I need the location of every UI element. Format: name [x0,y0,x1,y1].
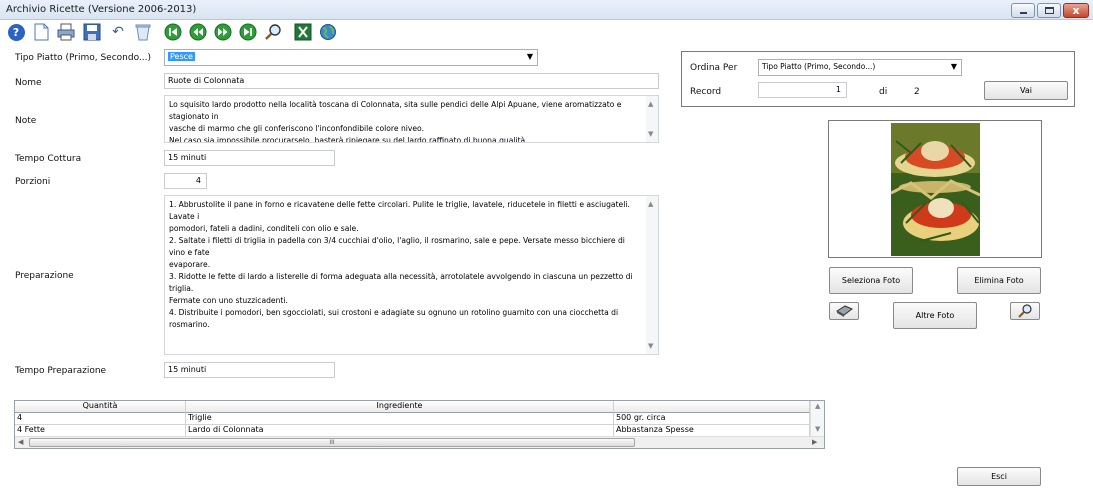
prep-line: 1. Abbrustolite il pane in forno e ricav… [169,200,630,221]
save-icon[interactable] [83,23,101,41]
tempo-prep-field[interactable]: 15 minuti [164,362,335,378]
di-label: di [879,87,888,97]
tipo-label: Tipo Piatto (Primo, Secondo...) [15,53,152,63]
next-glyph [214,23,232,41]
photo-frame [828,120,1042,258]
nome-field[interactable]: Ruote di Colonnata [164,73,659,89]
chevron-down-icon: ▼ [950,62,957,71]
porzioni-label: Porzioni [15,177,51,187]
record-field[interactable]: 1 [758,82,847,98]
window-title: Archivio Ricette (Versione 2006-2013) [6,4,197,15]
document-glyph [34,23,48,41]
tempo-prep-label: Tempo Preparazione [15,366,107,376]
recipe-photo [891,123,980,256]
scanner-icon [836,305,853,317]
altre-foto-button[interactable]: Altre Foto [893,302,977,329]
delete-bin-icon[interactable] [134,23,152,41]
porzioni-field[interactable]: 4 [164,173,207,189]
note-line: Lo squisito lardo prodotto nella localit… [169,100,622,121]
cottura-label: Tempo Cottura [15,154,82,164]
scroll-up-icon[interactable]: ▲ [648,198,653,210]
search-icon[interactable] [264,23,282,41]
minimize-button[interactable] [1011,3,1035,18]
scroll-right-icon[interactable]: ▶ [812,438,817,446]
note-textarea[interactable]: Lo squisito lardo prodotto nella localit… [164,95,659,143]
prep-line: evaporare. [169,260,211,269]
scroll-down-icon[interactable]: ▼ [648,340,653,352]
header-ingrediente[interactable]: Ingrediente [186,401,614,413]
tipo-value: Pesce [168,52,195,61]
ordina-dropdown[interactable]: Tipo Piatto (Primo, Secondo...) ▼ [758,59,962,76]
note-scrollbar[interactable]: ▲ ▼ [646,96,658,142]
ordina-value: Tipo Piatto (Primo, Secondo...) [762,62,876,71]
first-glyph [164,23,182,41]
scroll-left-icon[interactable]: ◀ [18,438,23,446]
prep-line: 2. Saltate i filetti di triglia in padel… [169,236,625,257]
scroll-down-icon[interactable]: ▼ [815,425,820,433]
scroll-down-icon[interactable]: ▼ [648,128,653,140]
cell-quantita[interactable]: 4 [15,413,186,425]
cottura-field[interactable]: 15 minuti [164,150,335,166]
magnifier-glyph [265,24,281,40]
excel-icon[interactable] [294,23,312,41]
elimina-foto-button[interactable]: Elimina Foto [957,267,1041,294]
close-icon: x [1072,4,1080,17]
first-record-icon[interactable] [164,23,182,41]
help-glyph: ? [7,23,25,41]
close-button[interactable]: x [1063,3,1089,18]
ordina-label: Ordina Per [690,63,738,73]
web-globe-icon[interactable] [319,23,337,41]
prep-line: pomodori, fateli a dadini, conditeli con… [169,224,359,233]
note-line: vasche di marmo che gli conferiscono l'i… [169,124,424,133]
bin-glyph [135,24,151,41]
grid-vscroll[interactable]: ▲ ▼ [810,401,824,437]
record-total: 2 [914,87,920,97]
globe-glyph [320,24,336,40]
previous-glyph [189,23,207,41]
help-icon[interactable]: ? [7,23,25,41]
prep-line: 4. Distribuite i pomodori, ben sgocciola… [169,308,619,329]
record-label: Record [690,87,722,97]
floppy-glyph [83,23,101,41]
header-quantita[interactable]: Quantità [15,401,186,413]
ingredients-grid[interactable]: Quantità Ingrediente ▲ ▼ 4 Triglie 500 g… [14,400,825,449]
esci-button[interactable]: Esci [957,467,1041,486]
previous-record-icon[interactable] [189,23,207,41]
note-label: Note [15,116,37,126]
preparazione-label: Preparazione [15,271,74,281]
preparazione-scrollbar[interactable]: ▲ ▼ [646,196,658,354]
zoom-photo-button[interactable] [1010,302,1040,320]
scroll-up-icon[interactable]: ▲ [815,402,820,410]
grid-hscroll[interactable]: ◀ III ▶ [15,436,824,448]
last-record-icon[interactable] [239,23,257,41]
header-note[interactable] [614,401,810,413]
zoom-icon [1018,304,1032,318]
preparazione-textarea[interactable]: 1. Abbrustolite il pane in forno e ricav… [164,195,659,355]
printer-glyph [57,23,75,41]
seleziona-foto-button[interactable]: Seleziona Foto [829,267,913,294]
next-record-icon[interactable] [214,23,232,41]
last-glyph [239,23,257,41]
title-bar: Archivio Ricette (Versione 2006-2013) x [0,0,1093,20]
nome-label: Nome [15,78,42,88]
scroll-up-icon[interactable]: ▲ [648,98,653,110]
new-document-icon[interactable] [32,23,50,41]
cell-note[interactable]: 500 gr. circa [614,413,810,425]
maximize-button[interactable] [1037,3,1061,18]
cell-ingrediente[interactable]: Triglie [186,413,614,425]
note-line: Nel caso sia impossibile procurarselo, b… [169,136,528,143]
scanner-button[interactable] [829,302,859,320]
undo-icon[interactable]: ↶ [109,23,127,41]
maximize-icon [1044,7,1054,14]
excel-glyph [294,23,312,41]
scroll-thumb[interactable]: III [29,438,635,447]
prep-line: Fermate con uno stuzzicadenti. [169,296,288,305]
vai-button[interactable]: Vai [984,81,1068,100]
chevron-down-icon: ▼ [526,52,533,61]
print-icon[interactable] [57,23,75,41]
minimize-icon [1019,12,1027,14]
prep-line: 3. Ridotte le fette di lardo a listerell… [169,272,633,293]
tipo-dropdown[interactable]: Pesce ▼ [164,49,538,66]
